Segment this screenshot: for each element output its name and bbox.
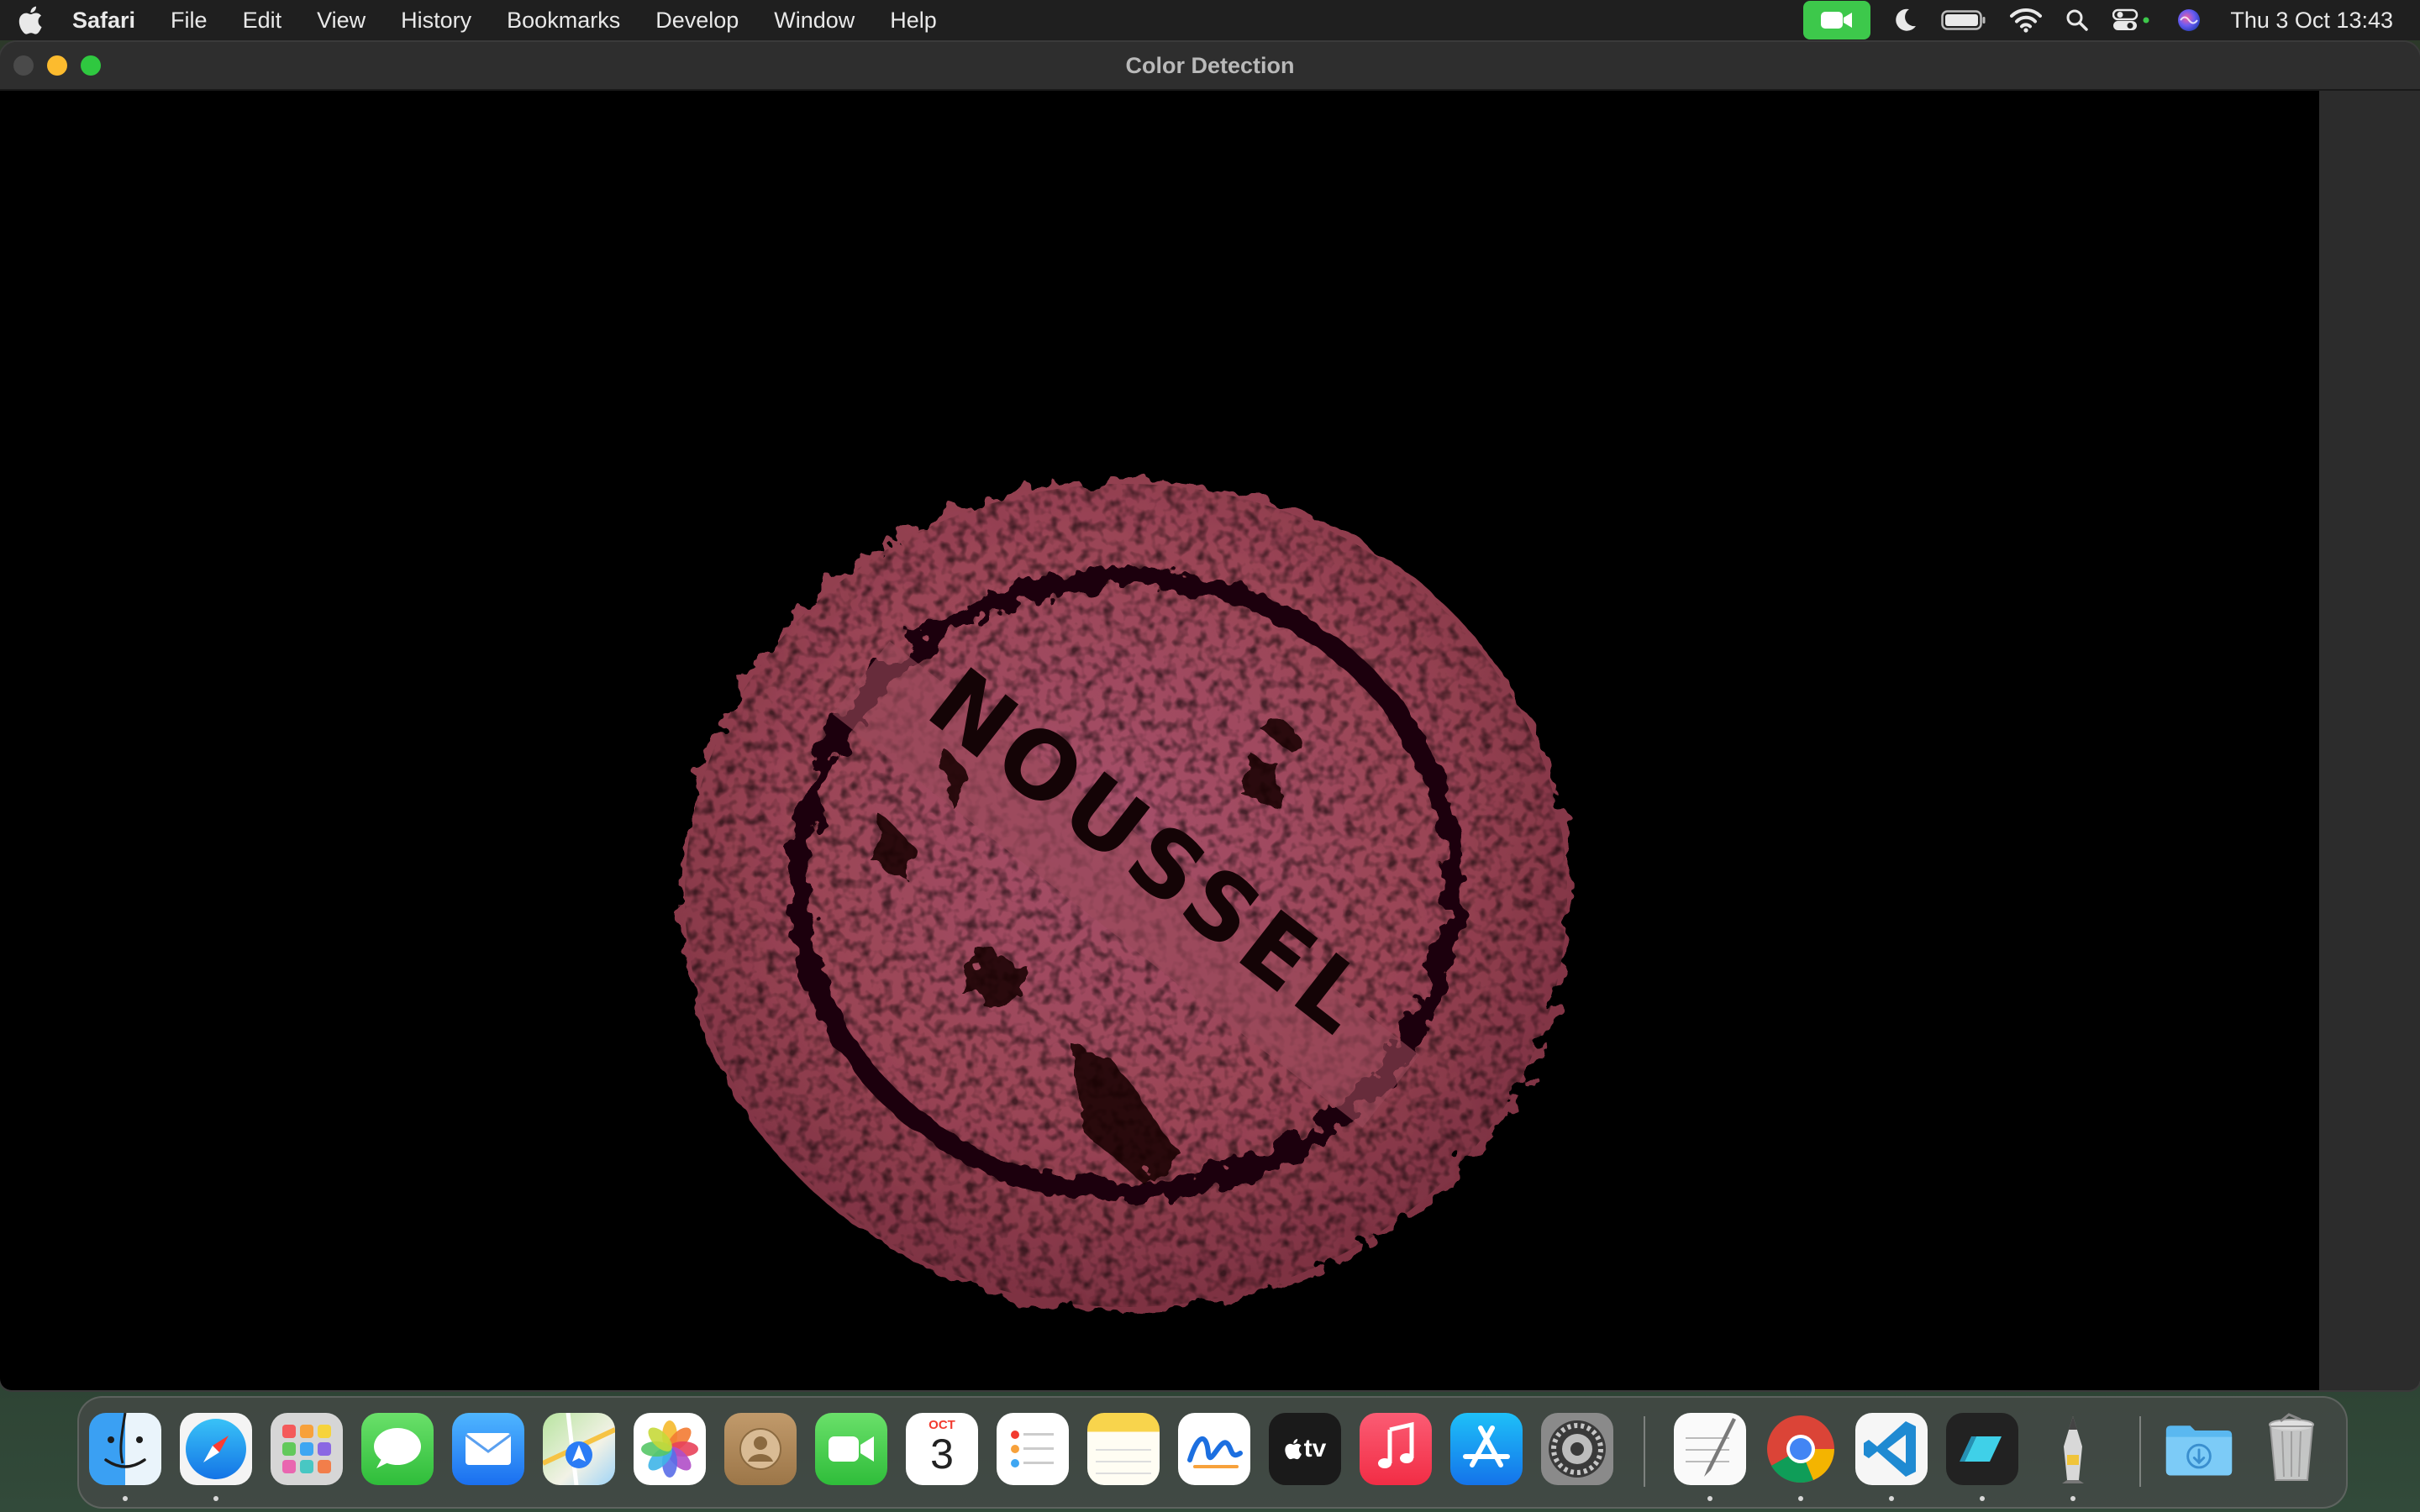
- dock-maps-icon[interactable]: [543, 1413, 615, 1485]
- dock-system-settings-icon[interactable]: [1541, 1413, 1613, 1485]
- menu-edit[interactable]: Edit: [225, 0, 300, 40]
- calendar-day: 3: [930, 1431, 954, 1478]
- dock-separator: [1644, 1416, 1645, 1487]
- wifi-icon[interactable]: [2010, 0, 2043, 40]
- dock-running-indicator: [1798, 1496, 1803, 1501]
- dock-calendar-icon[interactable]: OCT 3: [906, 1413, 978, 1485]
- dock-music-icon[interactable]: [1360, 1413, 1432, 1485]
- control-center-icon[interactable]: [2112, 0, 2153, 40]
- dock-messages-icon[interactable]: [361, 1413, 434, 1485]
- siri-icon[interactable]: [2176, 0, 2202, 40]
- menu-view[interactable]: View: [299, 0, 383, 40]
- apple-menu-icon[interactable]: [0, 0, 60, 40]
- dock-running-indicator: [123, 1496, 128, 1501]
- tv-label: tv: [1303, 1435, 1327, 1462]
- menu-history[interactable]: History: [383, 0, 489, 40]
- dock-tv-icon[interactable]: tv: [1269, 1413, 1341, 1485]
- dock-trash-icon[interactable]: [2255, 1413, 2328, 1485]
- dock-downloads-folder-icon[interactable]: [2163, 1413, 2235, 1485]
- dock: OCT 3 tv: [77, 1396, 2348, 1509]
- dock-contacts-icon[interactable]: [724, 1413, 797, 1485]
- battery-icon[interactable]: [1941, 0, 1986, 40]
- focus-moon-icon[interactable]: [1894, 0, 1918, 40]
- dock-finder-icon[interactable]: [89, 1413, 161, 1485]
- dock-running-indicator: [1707, 1496, 1712, 1501]
- dock-app-store-icon[interactable]: [1450, 1413, 1523, 1485]
- dock-freeform-icon[interactable]: [1178, 1413, 1250, 1485]
- spotlight-search-icon[interactable]: [2065, 0, 2089, 40]
- dock-running-indicator: [2070, 1496, 2075, 1501]
- menu-help[interactable]: Help: [872, 0, 955, 40]
- dock-mail-icon[interactable]: [452, 1413, 524, 1485]
- app-window: Color Detection NOUSSEL: [0, 42, 2420, 1390]
- dock-parallels-icon[interactable]: [1946, 1413, 2018, 1485]
- video-canvas: NOUSSEL: [0, 91, 2319, 1390]
- dock-photos-icon[interactable]: [634, 1413, 706, 1485]
- dock-pencil-icon[interactable]: [2037, 1413, 2109, 1485]
- dock-facetime-icon[interactable]: [815, 1413, 887, 1485]
- dock-launchpad-icon[interactable]: [271, 1413, 343, 1485]
- dock-notes-icon[interactable]: [1087, 1413, 1160, 1485]
- menu-app-name[interactable]: Safari: [60, 0, 153, 40]
- menu-bookmarks[interactable]: Bookmarks: [489, 0, 638, 40]
- dock-textedit-icon[interactable]: [1674, 1413, 1746, 1485]
- dock-vscode-icon[interactable]: [1855, 1413, 1928, 1485]
- window-right-margin: [2319, 91, 2420, 1390]
- menu-file[interactable]: File: [153, 0, 225, 40]
- menu-bar: Safari File Edit View History Bookmarks …: [0, 0, 2420, 40]
- dock-running-indicator: [213, 1496, 218, 1501]
- dock-safari-icon[interactable]: [180, 1413, 252, 1485]
- dock-chrome-icon[interactable]: [1765, 1413, 1837, 1485]
- menu-window[interactable]: Window: [756, 0, 872, 40]
- menu-develop[interactable]: Develop: [638, 0, 756, 40]
- detected-wax-seal-image: NOUSSEL: [681, 480, 1571, 1368]
- window-title: Color Detection: [1125, 52, 1295, 78]
- menubar-clock[interactable]: Thu 3 Oct 13:43: [2230, 8, 2393, 34]
- dock-running-indicator: [1980, 1496, 1985, 1501]
- dock-reminders-icon[interactable]: [997, 1413, 1069, 1485]
- dock-running-indicator: [1889, 1496, 1894, 1501]
- dock-separator: [2139, 1416, 2141, 1487]
- window-titlebar[interactable]: Color Detection: [0, 42, 2420, 91]
- video-camera-icon: [1803, 1, 1871, 39]
- facetime-indicator[interactable]: [1803, 0, 1871, 40]
